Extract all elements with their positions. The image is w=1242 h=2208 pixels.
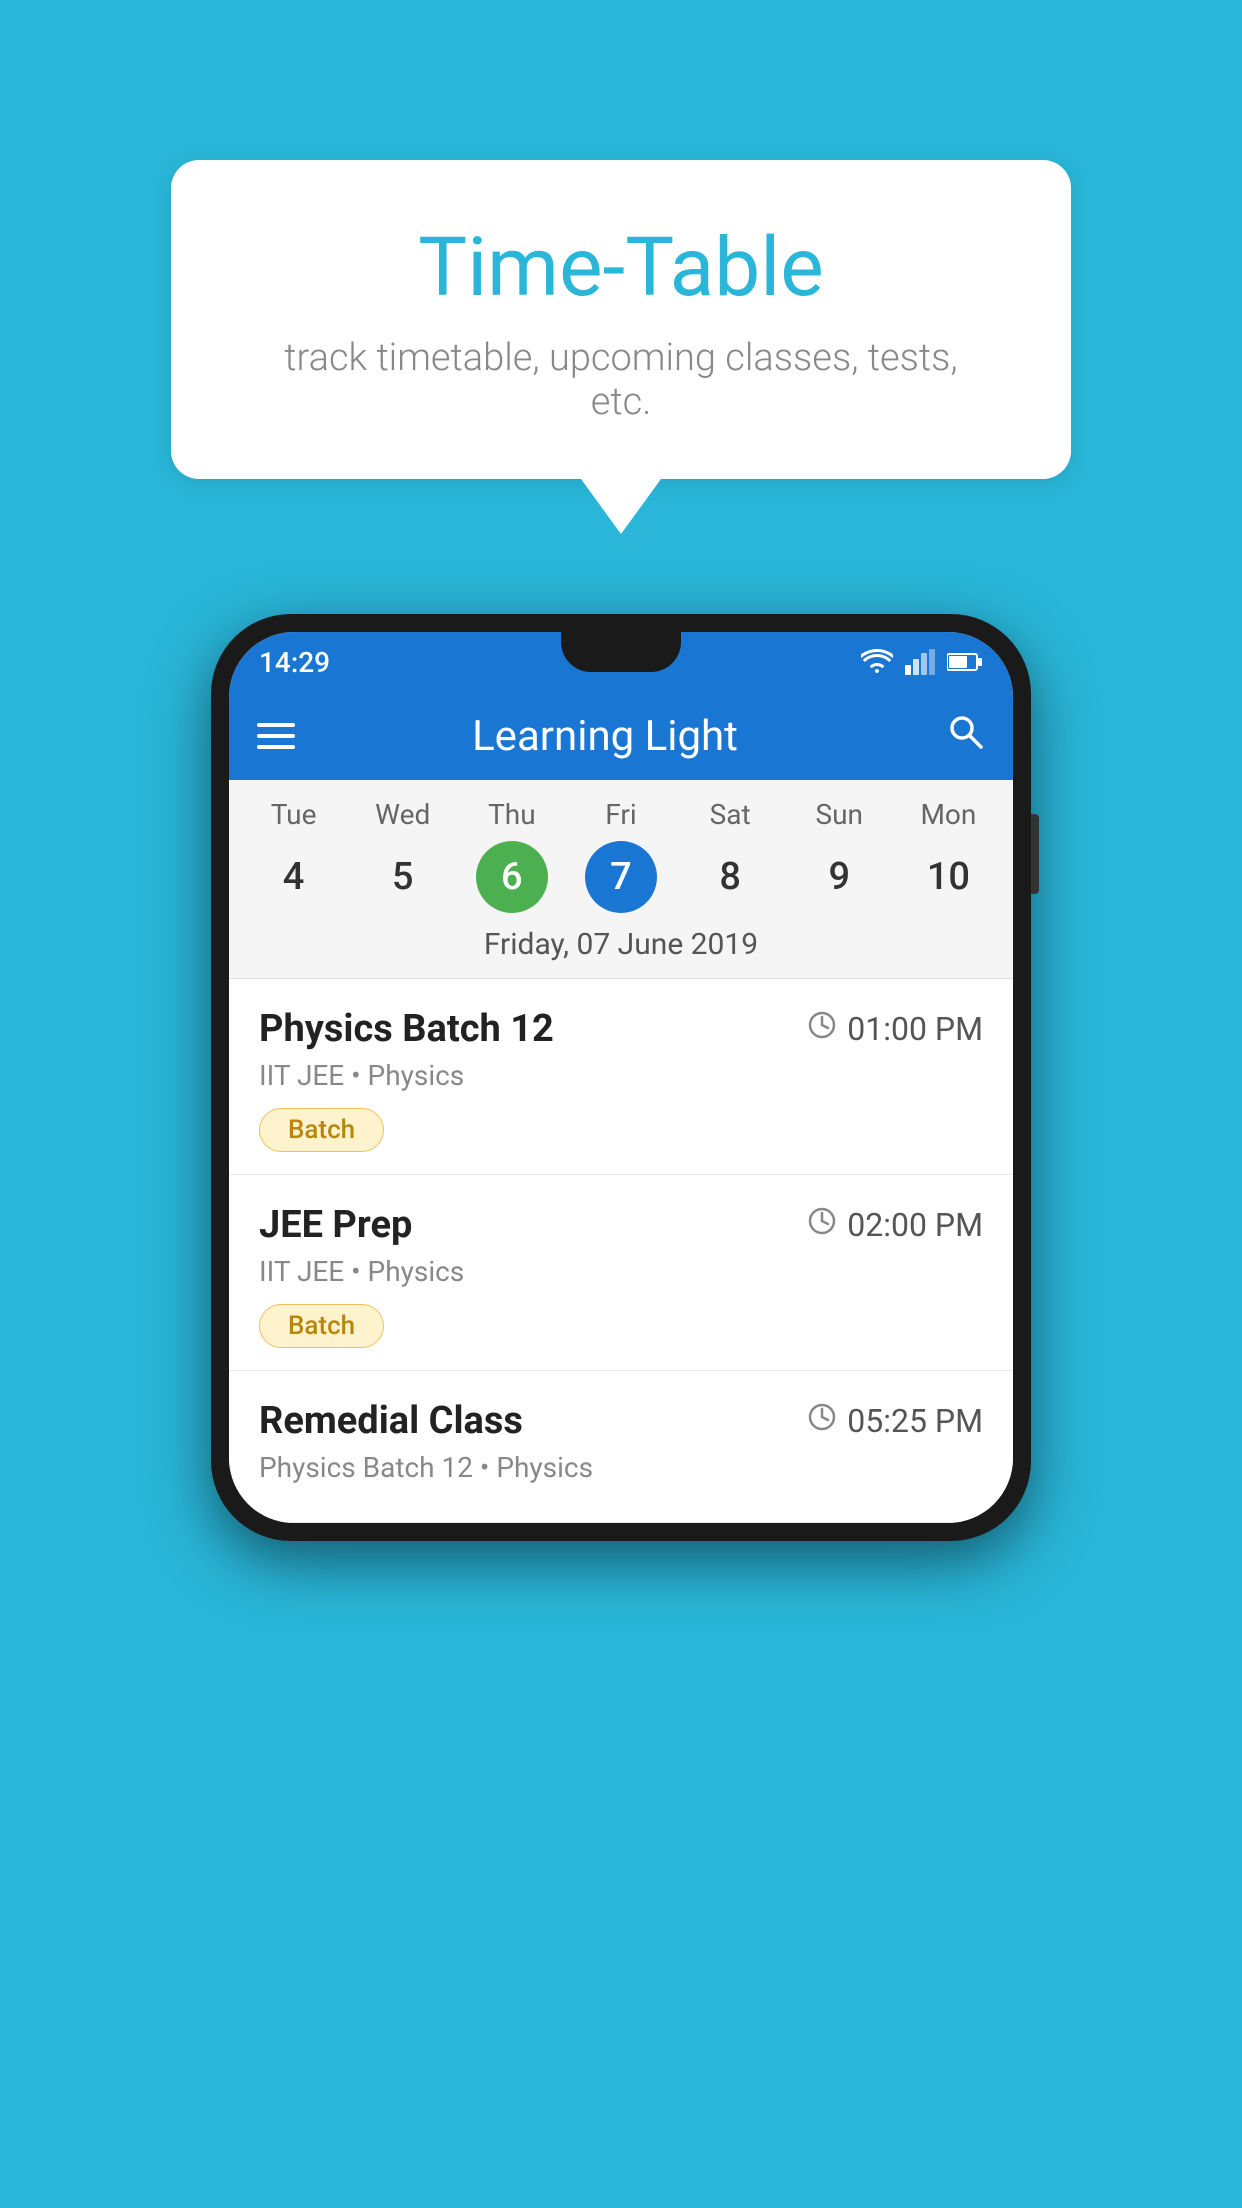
schedule-item-1-subtitle: IIT JEE • Physics xyxy=(259,1059,983,1092)
calendar-day-9[interactable]: 9 xyxy=(803,841,875,913)
calendar-day-6-today[interactable]: 6 xyxy=(476,841,548,913)
search-icon[interactable] xyxy=(945,711,985,762)
app-title: Learning Light xyxy=(319,712,891,761)
schedule-item-2[interactable]: JEE Prep 02:00 PM xyxy=(229,1175,1013,1371)
status-icons xyxy=(861,649,983,675)
schedule-item-3[interactable]: Remedial Class 05:25 PM xyxy=(229,1371,1013,1523)
status-bar: 14:29 xyxy=(229,632,1013,692)
selected-date-label: Friday, 07 June 2019 xyxy=(239,927,1003,962)
schedule-list: Physics Batch 12 01:00 PM xyxy=(229,979,1013,1523)
phone-wrapper: 14:29 xyxy=(161,614,1081,1541)
speech-bubble-card: Time-Table track timetable, upcoming cla… xyxy=(171,160,1071,479)
schedule-item-1-title: Physics Batch 12 xyxy=(259,1007,554,1051)
bubble-title: Time-Table xyxy=(251,220,991,316)
phone-side-button xyxy=(1031,814,1039,894)
day-name-wed: Wed xyxy=(348,798,457,831)
calendar-section: Tue Wed Thu Fri Sat Sun Mon 4 5 6 7 8 9 … xyxy=(229,780,1013,979)
day-name-sat: Sat xyxy=(676,798,785,831)
calendar-day-5[interactable]: 5 xyxy=(367,841,439,913)
calendar-day-4[interactable]: 4 xyxy=(258,841,330,913)
wifi-icon xyxy=(861,649,893,675)
schedule-item-2-time: 02:00 PM xyxy=(807,1206,983,1244)
day-name-fri: Fri xyxy=(566,798,675,831)
phone-screen: 14:29 xyxy=(229,632,1013,1523)
calendar-day-10[interactable]: 10 xyxy=(912,841,984,913)
speech-bubble-section: Time-Table track timetable, upcoming cla… xyxy=(171,160,1071,534)
schedule-item-1[interactable]: Physics Batch 12 01:00 PM xyxy=(229,979,1013,1175)
batch-badge-2: Batch xyxy=(259,1304,384,1348)
clock-icon-1 xyxy=(807,1010,837,1048)
bubble-subtitle: track timetable, upcoming classes, tests… xyxy=(251,336,991,424)
status-time: 14:29 xyxy=(259,646,330,679)
clock-icon-3 xyxy=(807,1402,837,1440)
day-name-sun: Sun xyxy=(785,798,894,831)
schedule-item-3-subtitle: Physics Batch 12 • Physics xyxy=(259,1451,983,1484)
day-name-mon: Mon xyxy=(894,798,1003,831)
batch-badge-1: Batch xyxy=(259,1108,384,1152)
calendar-day-8[interactable]: 8 xyxy=(694,841,766,913)
hamburger-menu-icon[interactable] xyxy=(257,723,295,749)
day-name-tue: Tue xyxy=(239,798,348,831)
clock-icon-2 xyxy=(807,1206,837,1244)
schedule-item-1-header: Physics Batch 12 01:00 PM xyxy=(259,1007,983,1051)
signal-icon xyxy=(905,649,935,675)
phone-device: 14:29 xyxy=(211,614,1031,1541)
battery-icon xyxy=(947,652,983,672)
schedule-item-2-subtitle: IIT JEE • Physics xyxy=(259,1255,983,1288)
schedule-item-3-title: Remedial Class xyxy=(259,1399,523,1443)
schedule-item-3-header: Remedial Class 05:25 PM xyxy=(259,1399,983,1443)
calendar-day-7-selected[interactable]: 7 xyxy=(585,841,657,913)
speech-bubble-arrow xyxy=(581,479,661,534)
phone-notch xyxy=(561,632,681,672)
schedule-item-2-title: JEE Prep xyxy=(259,1203,412,1247)
app-bar: Learning Light xyxy=(229,692,1013,780)
schedule-item-1-time: 01:00 PM xyxy=(807,1010,983,1048)
schedule-item-3-time: 05:25 PM xyxy=(807,1402,983,1440)
day-name-thu: Thu xyxy=(457,798,566,831)
day-names-row: Tue Wed Thu Fri Sat Sun Mon xyxy=(239,798,1003,831)
day-numbers-row: 4 5 6 7 8 9 10 xyxy=(239,841,1003,913)
schedule-item-2-header: JEE Prep 02:00 PM xyxy=(259,1203,983,1247)
